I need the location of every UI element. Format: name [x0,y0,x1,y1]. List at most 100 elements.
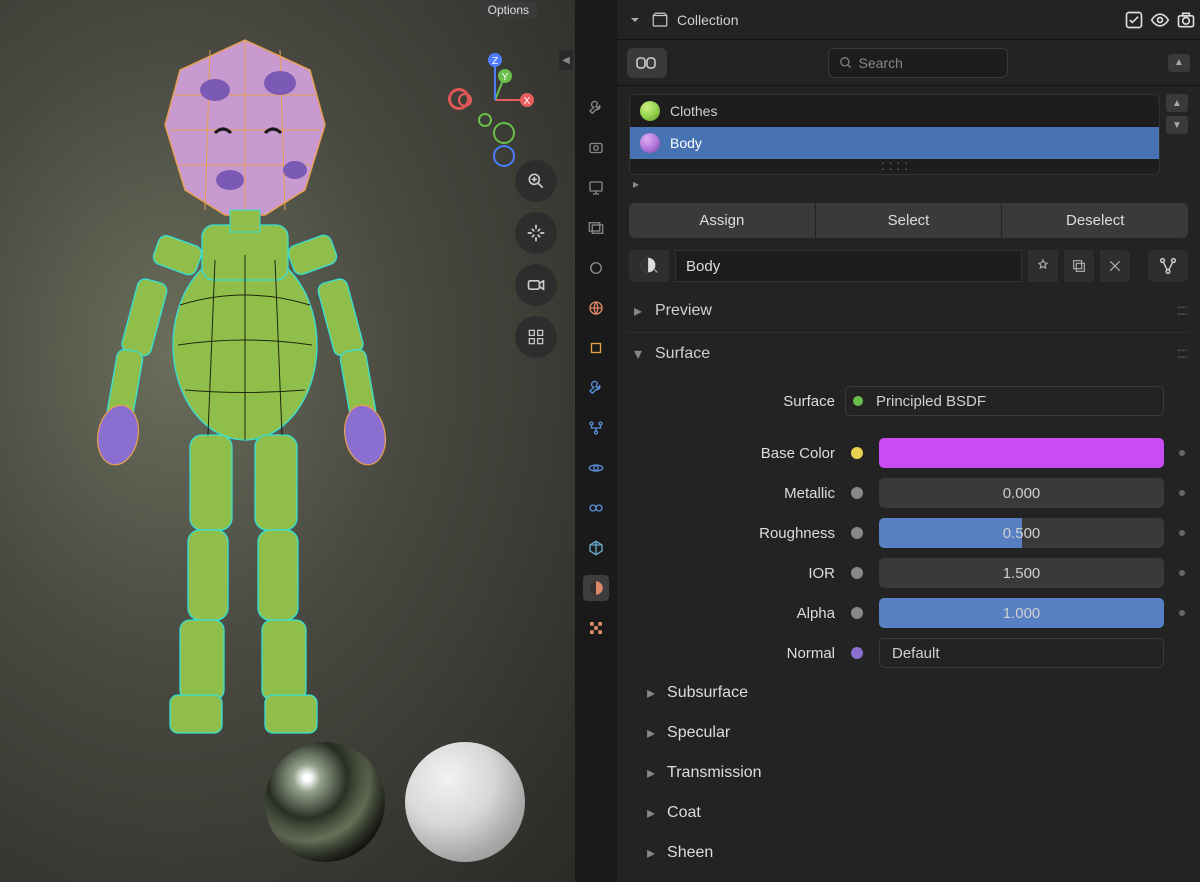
panel-title: Preview [655,302,712,320]
roughness-label: Roughness [627,525,835,542]
metallic-value: 0.000 [879,485,1164,502]
axis-neg-y-icon[interactable] [493,122,515,144]
object-tab[interactable] [583,335,609,361]
material-name-input[interactable] [675,250,1022,282]
normal-value: Default [880,645,1163,662]
display-mode-dropdown[interactable] [627,48,667,78]
particle-tab[interactable] [583,415,609,441]
scroll-up-button[interactable]: ▲ [1168,54,1190,72]
options-dropdown[interactable]: Options [480,2,537,18]
expand-toggle-icon[interactable]: ▸ [633,177,639,191]
slot-scroll-down[interactable]: ▼ [1166,116,1188,134]
viewport-3d[interactable]: Options ◀ X Y Z [0,0,575,882]
socket-float-icon[interactable] [851,527,863,539]
search-input[interactable]: Search [828,48,1008,78]
chevron-right-icon: ▸ [631,301,645,321]
base-color-label: Base Color [627,445,835,462]
socket-float-icon[interactable] [851,567,863,579]
socket-float-icon[interactable] [851,487,863,499]
slot-action-row: Assign Select Deselect [629,203,1188,238]
node-link-dropdown[interactable] [1148,250,1188,282]
pan-tool[interactable] [515,212,557,254]
ior-slider[interactable]: 1.500 [879,558,1164,588]
panel-grip-icon[interactable]: :::: [1176,345,1186,363]
checkbox-icon[interactable] [1124,10,1144,30]
socket-float-icon[interactable] [851,607,863,619]
tool-tab[interactable] [583,95,609,121]
material-browse-dropdown[interactable] [629,250,669,282]
alpha-slider[interactable]: 1.000 [879,598,1164,628]
matcap-chrome-ball [265,742,385,862]
subpanel-title: Subsurface [667,684,748,702]
surface-shader-dropdown[interactable]: Principled BSDF [845,386,1164,416]
surface-panel-header[interactable]: ▾ Surface :::: [627,333,1190,375]
keyframe-pin[interactable] [1174,490,1190,496]
axis-neg-z-icon[interactable] [493,145,515,167]
ior-label: IOR [627,565,835,582]
duplicate-button[interactable] [1064,250,1094,282]
assign-button[interactable]: Assign [629,203,815,238]
camera-icon[interactable] [1176,10,1196,30]
scene-tab[interactable] [583,255,609,281]
eye-icon[interactable] [1150,10,1170,30]
deselect-button[interactable]: Deselect [1002,203,1188,238]
material-slot-list: Clothes Body : : : : [629,94,1160,175]
roughness-slider[interactable]: 0.500 [879,518,1164,548]
slot-scroll-up[interactable]: ▲ [1166,94,1188,112]
subsurface-subpanel[interactable]: ▸Subsurface [627,673,1190,713]
output-tab[interactable] [583,175,609,201]
collapse-handle[interactable]: ◀ [559,50,573,70]
socket-vector-icon[interactable] [851,647,863,659]
base-color-swatch[interactable] [879,438,1164,468]
transmission-subpanel[interactable]: ▸Transmission [627,753,1190,793]
perspective-toggle[interactable] [515,316,557,358]
viewlayer-tab[interactable] [583,215,609,241]
keyframe-pin[interactable] [1174,530,1190,536]
search-placeholder: Search [859,55,903,71]
specular-subpanel[interactable]: ▸Specular [627,713,1190,753]
material-slot-body[interactable]: Body [630,127,1159,159]
socket-color-icon[interactable] [851,447,863,459]
camera-view-tool[interactable] [515,264,557,306]
subpanel-title: Sheen [667,844,713,862]
alpha-value: 1.000 [879,605,1164,622]
chevron-down-icon: ▾ [631,344,645,364]
preview-panel-header[interactable]: ▸ Preview :::: [627,290,1190,332]
character-mesh[interactable] [70,15,410,815]
data-tab[interactable] [583,535,609,561]
metallic-label: Metallic [627,485,835,502]
roughness-value: 0.500 [879,525,1164,542]
panel-title: Surface [655,345,710,363]
physics-tab[interactable] [583,455,609,481]
texture-tab[interactable] [583,615,609,641]
coat-subpanel[interactable]: ▸Coat [627,793,1190,833]
keyframe-pin[interactable] [1174,570,1190,576]
render-tab[interactable] [583,135,609,161]
subpanel-title: Transmission [667,764,762,782]
record-indicator-icon [448,88,470,110]
list-drag-handle[interactable]: : : : : [630,156,1159,174]
material-slot-clothes[interactable]: Clothes [630,95,1159,127]
zoom-tool[interactable] [515,160,557,202]
alpha-label: Alpha [627,605,835,622]
constraint-tab[interactable] [583,495,609,521]
subpanel-title: Coat [667,804,701,822]
material-name-row [629,248,1188,284]
fake-user-button[interactable] [1028,250,1058,282]
chevron-down-icon[interactable] [627,12,643,28]
sheen-subpanel[interactable]: ▸Sheen [627,833,1190,873]
svg-text:X: X [524,96,531,107]
unlink-button[interactable] [1100,250,1130,282]
normal-dropdown[interactable]: Default [879,638,1164,668]
world-tab[interactable] [583,295,609,321]
emission-subpanel[interactable]: ▸Emission [627,873,1190,882]
keyframe-pin[interactable] [1174,450,1190,456]
keyframe-pin[interactable] [1174,610,1190,616]
material-tab[interactable] [583,575,609,601]
axis-gizmo[interactable]: X Y Z [455,50,535,130]
modifier-tab[interactable] [583,375,609,401]
metallic-slider[interactable]: 0.000 [879,478,1164,508]
svg-text:Y: Y [502,72,509,83]
panel-grip-icon[interactable]: :::: [1176,302,1186,320]
select-button[interactable]: Select [816,203,1002,238]
